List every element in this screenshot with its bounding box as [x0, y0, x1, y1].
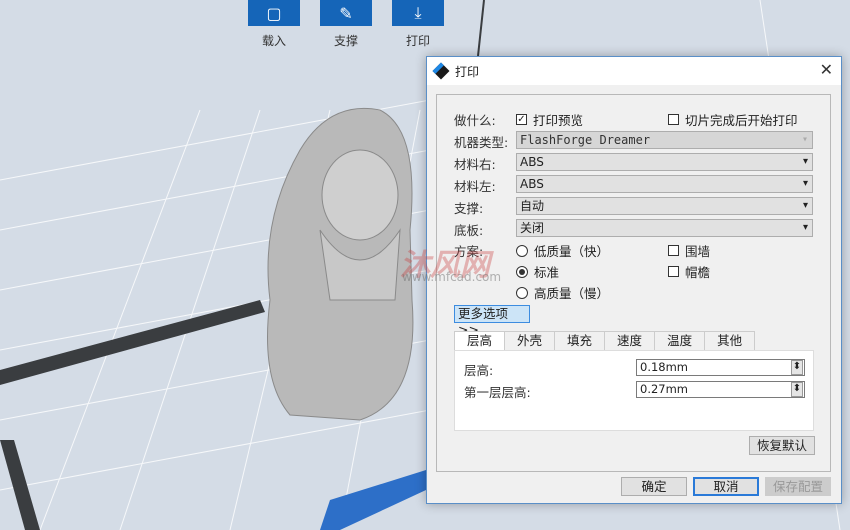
dialog-title: 打印 — [455, 64, 480, 79]
material-left-select[interactable]: ABS — [516, 175, 813, 193]
machine-select[interactable]: FlashForge Dreamer — [516, 131, 813, 149]
load-button[interactable]: ▢ 载入 — [248, 0, 300, 49]
brim-label: 帽檐 — [685, 265, 711, 280]
print-preview-checkbox[interactable]: ✓ 打印预览 — [516, 110, 583, 129]
load-icon: ▢ — [248, 0, 300, 26]
save-config-button[interactable]: 保存配置 — [765, 477, 831, 496]
close-icon[interactable]: ✕ — [820, 60, 833, 79]
quality-low-radio[interactable]: 低质量（快） — [516, 241, 609, 260]
load-label: 载入 — [261, 34, 286, 48]
first-layer-height-label: 第一层层高: — [464, 385, 531, 400]
support-label: 支撑 — [333, 34, 358, 48]
quality-low-label: 低质量（快） — [534, 244, 610, 259]
print-after-slice-checkbox[interactable]: 切片完成后开始打印 — [668, 110, 798, 129]
layer-height-label: 层高: — [464, 363, 494, 378]
wall-label: 围墙 — [685, 244, 711, 259]
first-layer-height-spinbox[interactable]: 0.27mm — [636, 381, 805, 398]
app-logo-icon — [432, 62, 450, 80]
more-options-button[interactable]: 更多选项 >> — [454, 305, 530, 337]
wall-checkbox[interactable]: 围墙 — [668, 241, 710, 260]
dialog-titlebar[interactable]: 打印 ✕ — [427, 57, 841, 85]
quality-high-radio[interactable]: 高质量（慢） — [516, 283, 609, 302]
pencil-chart-icon: ✎ — [320, 0, 372, 26]
print-after-slice-label: 切片完成后开始打印 — [685, 113, 798, 128]
machine-label: 机器类型: — [454, 135, 509, 150]
what-label: 做什么: — [454, 113, 496, 128]
raft-label: 底板: — [454, 223, 484, 238]
tab-speed[interactable]: 速度 — [604, 331, 656, 350]
print-button[interactable]: ⤓ 打印 — [392, 0, 444, 49]
quality-high-label: 高质量（慢） — [534, 286, 610, 301]
settings-group: 做什么: ✓ 打印预览 切片完成后开始打印 机器类型: FlashForge Dr… — [436, 94, 831, 472]
support-label: 支撑: — [454, 201, 484, 216]
cancel-button[interactable]: 取消 — [693, 477, 759, 496]
tab-temperature[interactable]: 温度 — [654, 331, 706, 350]
tab-layer-height[interactable]: 层高 — [454, 331, 506, 351]
print-dialog: 打印 ✕ 做什么: ✓ 打印预览 切片完成后开始打印 机器类型: FlashFor… — [426, 56, 842, 504]
print-label: 打印 — [405, 34, 430, 48]
statue-model — [267, 107, 414, 421]
material-right-label: 材料右: — [454, 157, 496, 172]
material-left-label: 材料左: — [454, 179, 496, 194]
tab-shell[interactable]: 外壳 — [504, 331, 556, 350]
tab-other[interactable]: 其他 — [704, 331, 756, 350]
layer-height-spinbox[interactable]: 0.18mm — [636, 359, 805, 376]
quality-standard-label: 标准 — [534, 265, 560, 280]
tab-panel: 层高: 0.18mm 第一层层高: 0.27mm — [454, 350, 814, 431]
support-button[interactable]: ✎ 支撑 — [320, 0, 372, 49]
restore-default-button[interactable]: 恢复默认 — [749, 436, 815, 455]
raft-select[interactable]: 关闭 — [516, 219, 813, 237]
support-select[interactable]: 自动 — [516, 197, 813, 215]
scheme-label: 方案: — [454, 244, 484, 259]
settings-tabs: 层高 外壳 填充 速度 温度 其他 — [454, 331, 756, 351]
print-preview-label: 打印预览 — [533, 113, 584, 128]
tab-infill[interactable]: 填充 — [554, 331, 606, 350]
quality-standard-radio[interactable]: 标准 — [516, 262, 559, 281]
brim-checkbox[interactable]: 帽檐 — [668, 262, 710, 281]
download-icon: ⤓ — [392, 0, 444, 26]
material-right-select[interactable]: ABS — [516, 153, 813, 171]
ok-button[interactable]: 确定 — [621, 477, 687, 496]
